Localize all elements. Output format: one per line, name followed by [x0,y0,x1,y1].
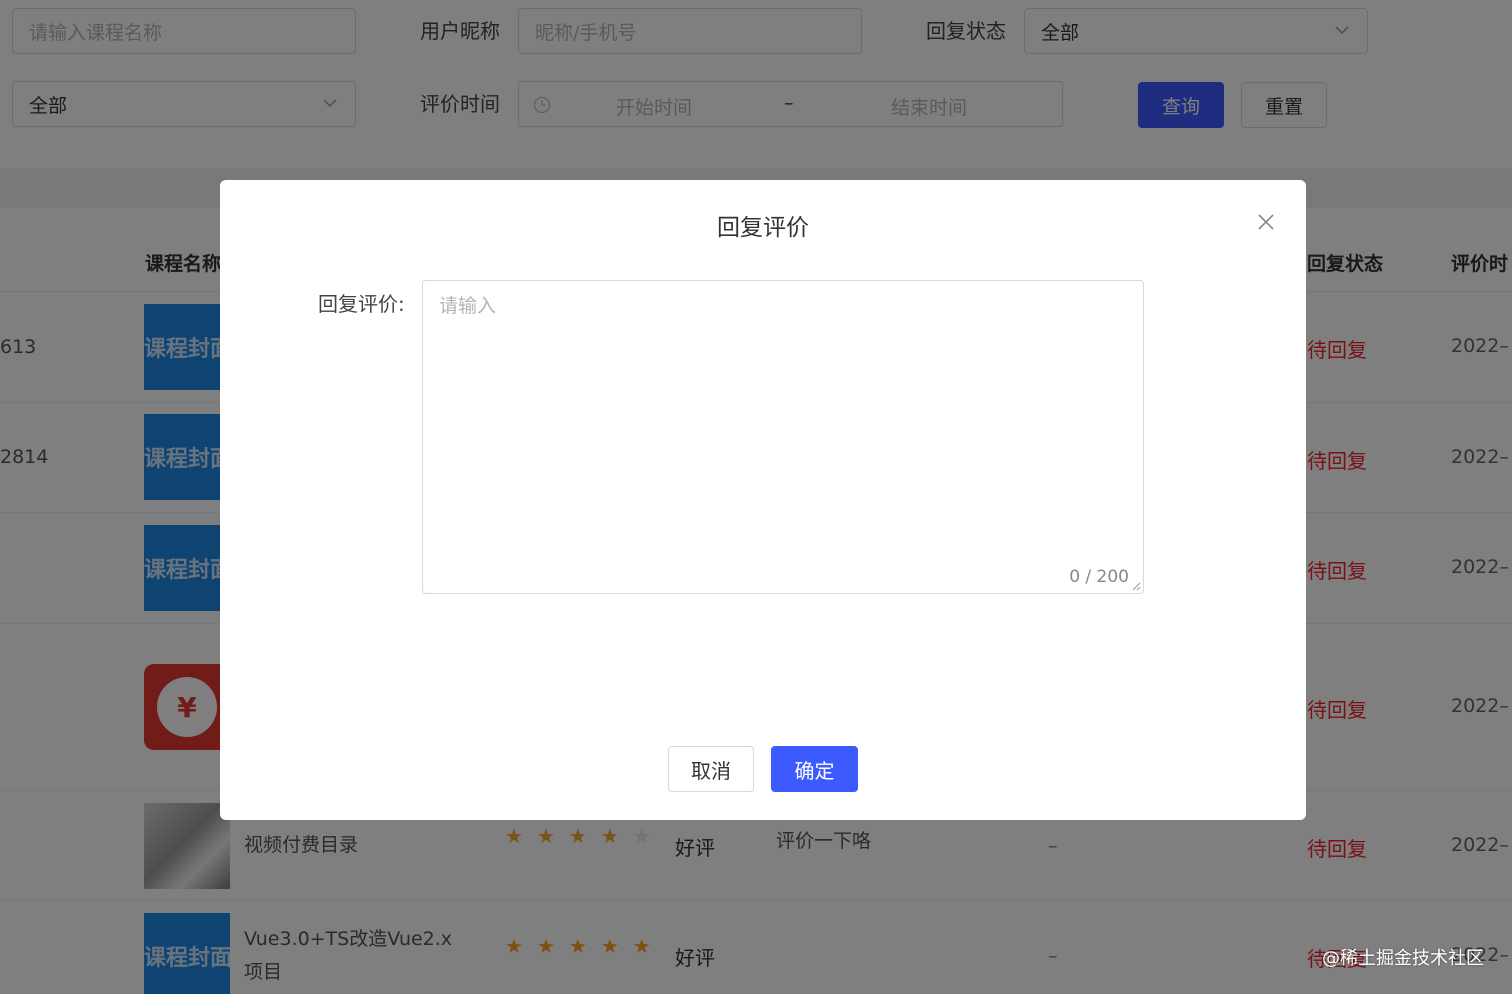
confirm-button[interactable]: 确定 [771,746,858,792]
char-counter: 0 / 200 [1069,567,1129,587]
resize-handle-icon[interactable] [1131,581,1141,591]
watermark: @稀土掘金技术社区 [1322,948,1484,969]
dialog-title: 回复评价 [717,215,809,241]
reply-textarea[interactable]: 请输入 0 / 200 [422,280,1144,594]
close-icon[interactable] [1256,212,1276,232]
reply-field-label: 回复评价: [318,292,405,316]
reply-review-dialog: 回复评价 回复评价: 请输入 0 / 200 取消 确定 [220,180,1306,820]
textarea-placeholder: 请输入 [439,295,497,317]
cancel-button[interactable]: 取消 [668,746,754,792]
